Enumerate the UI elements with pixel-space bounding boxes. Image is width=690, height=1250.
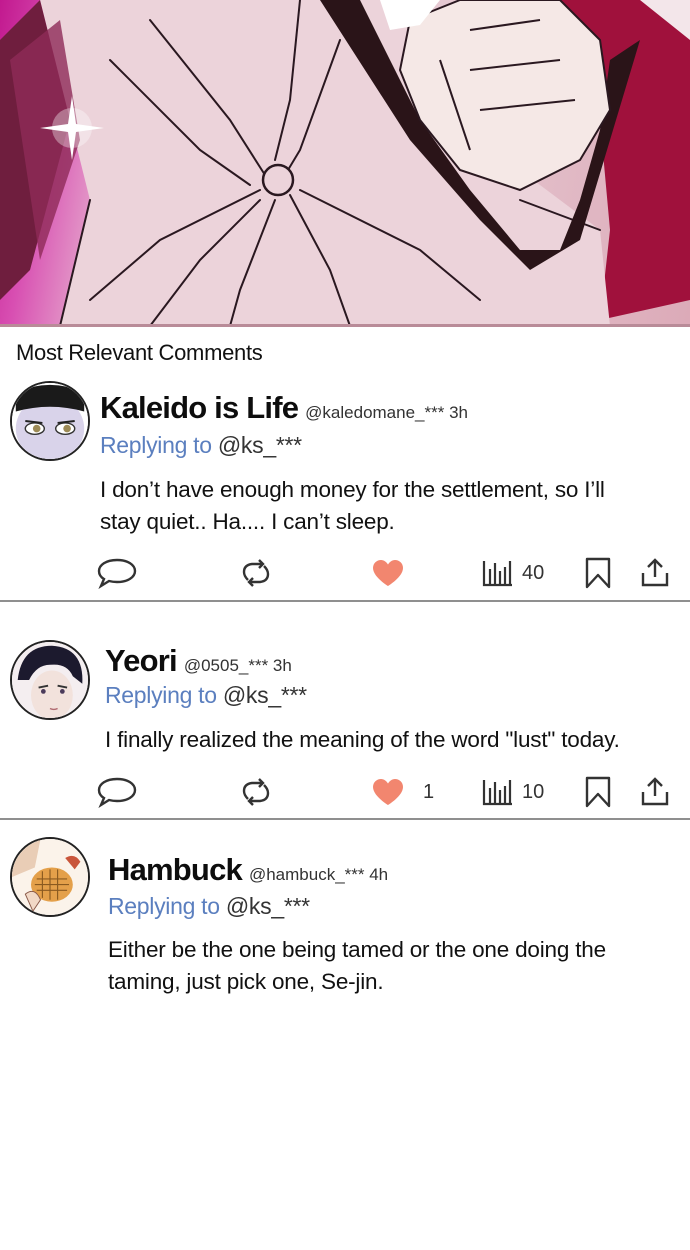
comment-header: Yeori @0505_*** 3h [105, 643, 292, 679]
speech-bubble-icon [97, 558, 137, 589]
bookmark-icon [585, 776, 611, 808]
comic-illustration [0, 0, 690, 326]
heart-icon [373, 560, 403, 586]
retweet-icon [242, 778, 270, 806]
like-count: 1 [423, 780, 435, 803]
user-name[interactable]: Kaleido is Life [100, 390, 299, 426]
reply-line: Replying to @ks_*** [100, 432, 302, 459]
user-handle-time: @kaledomane_*** 3h [305, 403, 468, 422]
panel-divider [0, 324, 690, 327]
comment-text: I finally realized the meaning of the wo… [105, 727, 620, 752]
reply-button[interactable] [96, 553, 138, 593]
speech-bubble-icon [97, 777, 137, 808]
views-button[interactable]: 40 [482, 553, 544, 593]
user-name[interactable]: Hambuck [108, 852, 243, 888]
view-count: 10 [522, 780, 545, 803]
reply-line: Replying to @ks_*** [105, 682, 307, 709]
comment-text: Either be the one being tamed or the one… [108, 937, 606, 994]
like-button[interactable] [371, 553, 413, 593]
comment-divider [0, 818, 690, 820]
reply-target-link[interactable]: @ks_*** [218, 432, 302, 458]
section-title: Most Relevant Comments [16, 340, 263, 365]
avatar-image [12, 383, 88, 459]
action-bar: 40 [0, 553, 690, 593]
like-button[interactable]: 1 [371, 772, 434, 812]
view-count: 40 [522, 561, 545, 584]
reply-prefix: Replying to [100, 432, 212, 458]
reply-prefix: Replying to [108, 893, 220, 919]
share-button[interactable] [640, 553, 670, 593]
bar-chart-icon [482, 780, 512, 806]
reply-line: Replying to @ks_*** [108, 893, 310, 920]
reply-prefix: Replying to [105, 682, 217, 708]
bookmark-button[interactable] [585, 553, 611, 593]
heart-icon [373, 779, 403, 805]
retweet-button[interactable] [240, 772, 272, 812]
user-name[interactable]: Yeori [105, 643, 178, 679]
reply-target-link[interactable]: @ks_*** [226, 893, 310, 919]
reply-button[interactable] [96, 772, 138, 812]
reply-target-link[interactable]: @ks_*** [223, 682, 307, 708]
avatar[interactable] [10, 381, 90, 461]
avatar[interactable] [10, 837, 90, 917]
user-handle-time: @0505_*** 3h [183, 656, 292, 675]
action-bar: 1 10 [0, 772, 690, 812]
comic-panel-image [0, 0, 690, 326]
bookmark-button[interactable] [585, 772, 611, 812]
comment-divider [0, 600, 690, 602]
share-icon [641, 558, 669, 587]
comment-header: Hambuck @hambuck_*** 4h [108, 852, 388, 888]
avatar[interactable] [10, 640, 90, 720]
share-icon [641, 777, 669, 806]
comment-header: Kaleido is Life @kaledomane_*** 3h [100, 390, 468, 426]
bookmark-icon [585, 557, 611, 589]
avatar-image [12, 642, 88, 718]
retweet-button[interactable] [240, 553, 272, 593]
views-button[interactable]: 10 [482, 772, 544, 812]
bar-chart-icon [482, 561, 512, 587]
share-button[interactable] [640, 772, 670, 812]
retweet-icon [242, 559, 270, 587]
user-handle-time: @hambuck_*** 4h [248, 865, 389, 884]
comment-text: I don’t have enough money for the settle… [100, 477, 605, 534]
avatar-image [12, 839, 88, 915]
